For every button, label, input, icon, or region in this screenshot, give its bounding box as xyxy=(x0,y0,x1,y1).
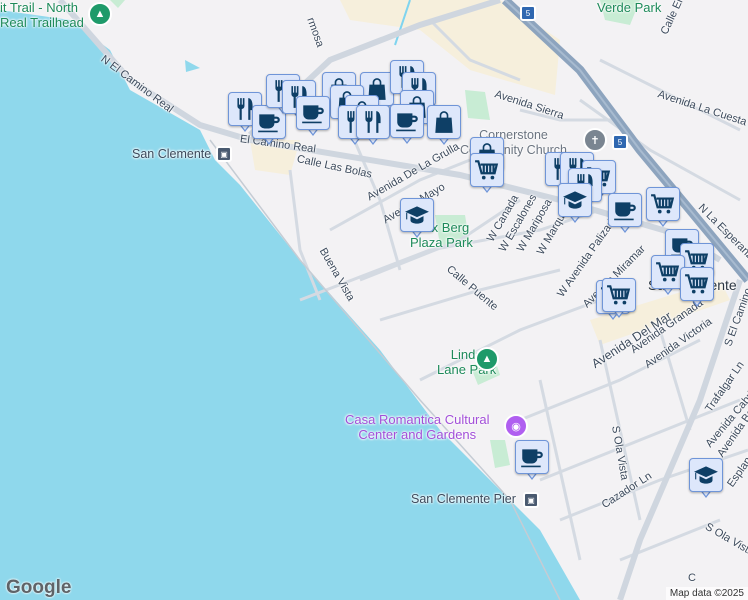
map-attribution[interactable]: Map data ©2025 xyxy=(665,587,748,600)
grocery-icon xyxy=(602,278,636,312)
cafe-icon xyxy=(608,193,642,227)
park-label: Verde Park xyxy=(597,0,662,15)
cafe-marker[interactable] xyxy=(390,104,424,146)
google-logo: Google xyxy=(6,577,72,598)
station-label: San Clemente Pier xyxy=(411,492,516,506)
road-label: C xyxy=(688,572,696,584)
interstate-5-shield-icon: 5 xyxy=(520,5,536,21)
shopping-icon xyxy=(427,105,461,139)
poi-label: Casa Romantica Cultural Center and Garde… xyxy=(345,412,490,442)
interstate-5-shield-icon: 5 xyxy=(612,134,628,150)
shopping-marker[interactable] xyxy=(427,105,461,147)
restaurant-marker[interactable] xyxy=(356,105,390,147)
cafe-marker[interactable] xyxy=(608,193,642,235)
cafe-icon xyxy=(296,96,330,130)
grocery-marker[interactable] xyxy=(602,278,636,320)
school-marker[interactable] xyxy=(689,458,723,500)
shield-number: 5 xyxy=(617,137,623,147)
station-label: San Clemente xyxy=(132,147,212,161)
grocery-icon xyxy=(646,187,680,221)
camera-poi-icon[interactable]: ◉ xyxy=(504,414,528,438)
cafe-marker[interactable] xyxy=(296,96,330,138)
park-pin-icon[interactable]: ▲ xyxy=(475,347,499,371)
trailhead-label: it Trail - North Real Trailhead xyxy=(0,0,84,30)
grocery-icon xyxy=(470,153,504,187)
grocery-icon xyxy=(680,267,714,301)
school-icon xyxy=(400,198,434,232)
school-marker[interactable] xyxy=(558,183,592,225)
grocery-marker[interactable] xyxy=(680,267,714,309)
grocery-marker[interactable] xyxy=(646,187,680,229)
cafe-icon xyxy=(515,440,549,474)
restaurant-icon xyxy=(356,105,390,139)
school-marker[interactable] xyxy=(400,198,434,240)
train-station-icon[interactable]: ▣ xyxy=(523,492,539,508)
shield-number: 5 xyxy=(525,8,531,18)
train-station-icon[interactable]: ▣ xyxy=(216,146,232,162)
cafe-icon xyxy=(390,104,424,138)
park-pin-icon[interactable]: ▲ xyxy=(88,2,112,26)
school-icon xyxy=(689,458,723,492)
cafe-marker[interactable] xyxy=(515,440,549,482)
grocery-marker[interactable] xyxy=(470,153,504,195)
school-icon xyxy=(558,183,592,217)
church-icon[interactable]: ✝ xyxy=(583,128,607,152)
